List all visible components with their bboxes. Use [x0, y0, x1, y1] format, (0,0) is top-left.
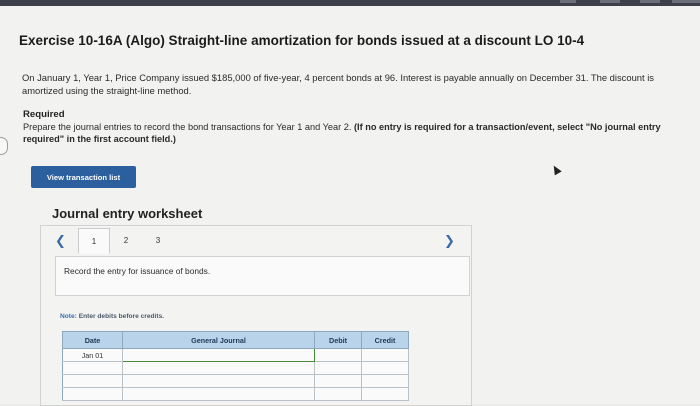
- col-header-debit: Debit: [314, 331, 362, 349]
- worksheet-pager: 1 2 3: [78, 228, 174, 254]
- debit-cell[interactable]: [314, 374, 362, 388]
- col-header-date: Date: [62, 331, 123, 349]
- credit-cell[interactable]: [361, 387, 409, 401]
- account-cell[interactable]: [122, 348, 315, 362]
- view-transaction-list-button[interactable]: View transaction list: [31, 166, 136, 188]
- page-tab-2[interactable]: 2: [110, 228, 142, 252]
- account-cell[interactable]: [122, 361, 315, 375]
- required-instructions: Prepare the journal entries to record th…: [23, 121, 663, 145]
- page-tab-3[interactable]: 3: [142, 228, 174, 252]
- credit-cell[interactable]: [361, 361, 409, 375]
- table-row: [62, 387, 409, 401]
- note-line: Note: Enter debits before credits.: [60, 313, 164, 320]
- required-heading: Required: [23, 109, 65, 120]
- entry-instruction: Record the entry for issuance of bonds.: [64, 266, 211, 276]
- journal-table: Date General Journal Debit Credit Jan 01: [62, 331, 409, 401]
- date-cell[interactable]: [62, 374, 123, 388]
- debit-cell[interactable]: [314, 348, 362, 362]
- credit-cell[interactable]: [361, 374, 409, 388]
- table-row: [62, 361, 409, 375]
- required-text: Prepare the journal entries to record th…: [23, 122, 352, 132]
- date-cell[interactable]: [62, 361, 123, 375]
- note-label: Note:: [60, 313, 77, 320]
- col-header-general-journal: General Journal: [122, 331, 315, 349]
- exercise-title: Exercise 10-16A (Algo) Straight-line amo…: [19, 33, 585, 48]
- note-text: Enter debits before credits.: [78, 313, 165, 320]
- col-header-credit: Credit: [361, 331, 409, 349]
- page-tab-1[interactable]: 1: [78, 228, 110, 254]
- credit-cell[interactable]: [361, 348, 409, 362]
- instruction-box: [55, 256, 470, 296]
- date-cell[interactable]: Jan 01: [62, 348, 123, 362]
- account-cell[interactable]: [122, 374, 315, 388]
- date-cell[interactable]: [62, 387, 123, 401]
- account-cell[interactable]: [122, 387, 315, 401]
- debit-cell[interactable]: [314, 361, 362, 375]
- chevron-right-icon[interactable]: ❯: [444, 233, 455, 249]
- worksheet-title: Journal entry worksheet: [52, 206, 203, 221]
- table-row: Jan 01: [62, 348, 409, 362]
- debit-cell[interactable]: [314, 387, 362, 401]
- exercise-description: On January 1, Year 1, Price Company issu…: [22, 72, 654, 96]
- chevron-left-icon[interactable]: ❮: [55, 233, 66, 249]
- table-row: [62, 374, 409, 388]
